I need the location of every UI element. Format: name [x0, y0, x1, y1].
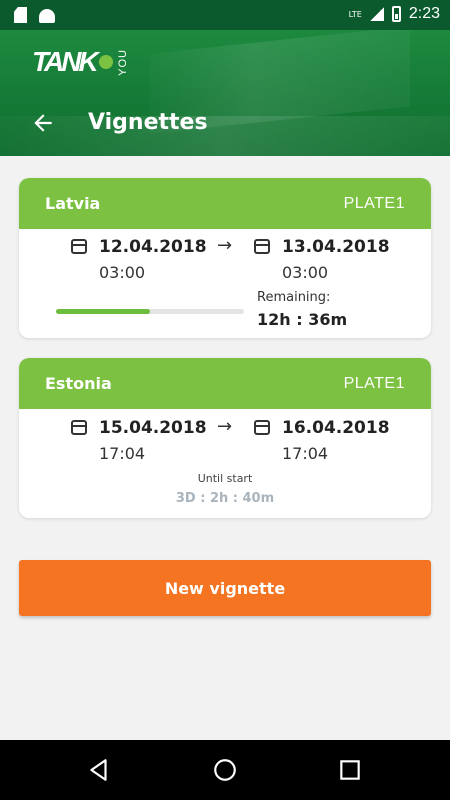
card-header: Latvia PLATE1 — [19, 178, 431, 229]
nav-home-button[interactable] — [212, 757, 238, 783]
square-recents-icon — [340, 760, 360, 780]
card-plate: PLATE1 — [343, 194, 405, 212]
vignette-card-estonia[interactable]: Estonia PLATE1 15.04.2018 17:04 → 16.04.… — [19, 358, 431, 518]
arrow-right-icon: → — [217, 235, 233, 256]
triangle-back-icon — [90, 759, 107, 781]
calendar-icon — [71, 420, 87, 435]
start-time: 17:04 — [99, 444, 146, 463]
calendar-icon — [254, 420, 270, 435]
card-plate: PLATE1 — [343, 374, 405, 392]
android-icon — [39, 9, 55, 23]
remaining-label: Remaining: — [257, 290, 331, 305]
status-time: 2:23 — [408, 5, 440, 22]
nav-back-button[interactable] — [86, 757, 112, 783]
calendar-icon — [254, 239, 270, 254]
battery-icon — [391, 6, 401, 22]
until-start-value: 3D : 2h : 40m — [175, 491, 275, 506]
app-logo: TANK YOU — [32, 44, 129, 80]
start-date: 15.04.2018 — [99, 418, 207, 438]
logo-sub: YOU — [116, 48, 129, 76]
arrow-right-icon: → — [217, 416, 233, 437]
back-button[interactable] — [30, 110, 58, 138]
logo-text: TANK — [32, 46, 99, 77]
remaining-value: 12h : 36m — [257, 310, 348, 329]
logo-dot — [98, 55, 113, 69]
nav-recents-button[interactable] — [337, 757, 363, 783]
end-time: 03:00 — [282, 263, 329, 282]
app-header: TANK YOU Vignettes — [0, 30, 450, 156]
start-date: 12.04.2018 — [99, 237, 207, 257]
network-type: LTE — [348, 9, 362, 19]
card-header: Estonia PLATE1 — [19, 358, 431, 409]
vignette-card-latvia[interactable]: Latvia PLATE1 12.04.2018 03:00 → 13.04.2… — [19, 178, 431, 338]
end-time: 17:04 — [282, 444, 329, 463]
start-time: 03:00 — [99, 263, 146, 282]
progress-fill — [56, 309, 150, 314]
until-start-label: Until start — [197, 472, 253, 485]
new-vignette-button[interactable]: New vignette — [19, 560, 431, 616]
arrow-left-icon — [34, 114, 52, 132]
validity-progress-bar — [56, 309, 244, 314]
end-date: 13.04.2018 — [282, 237, 390, 257]
page-title: Vignettes — [88, 110, 208, 135]
calendar-icon — [71, 239, 87, 254]
status-bar: LTE 2:23 — [0, 0, 450, 30]
system-nav-bar — [0, 740, 450, 800]
sd-card-icon — [14, 7, 27, 23]
end-date: 16.04.2018 — [282, 418, 390, 438]
card-country: Estonia — [45, 374, 112, 393]
signal-icon — [369, 7, 384, 21]
card-country: Latvia — [45, 194, 101, 213]
circle-home-icon — [214, 759, 236, 781]
